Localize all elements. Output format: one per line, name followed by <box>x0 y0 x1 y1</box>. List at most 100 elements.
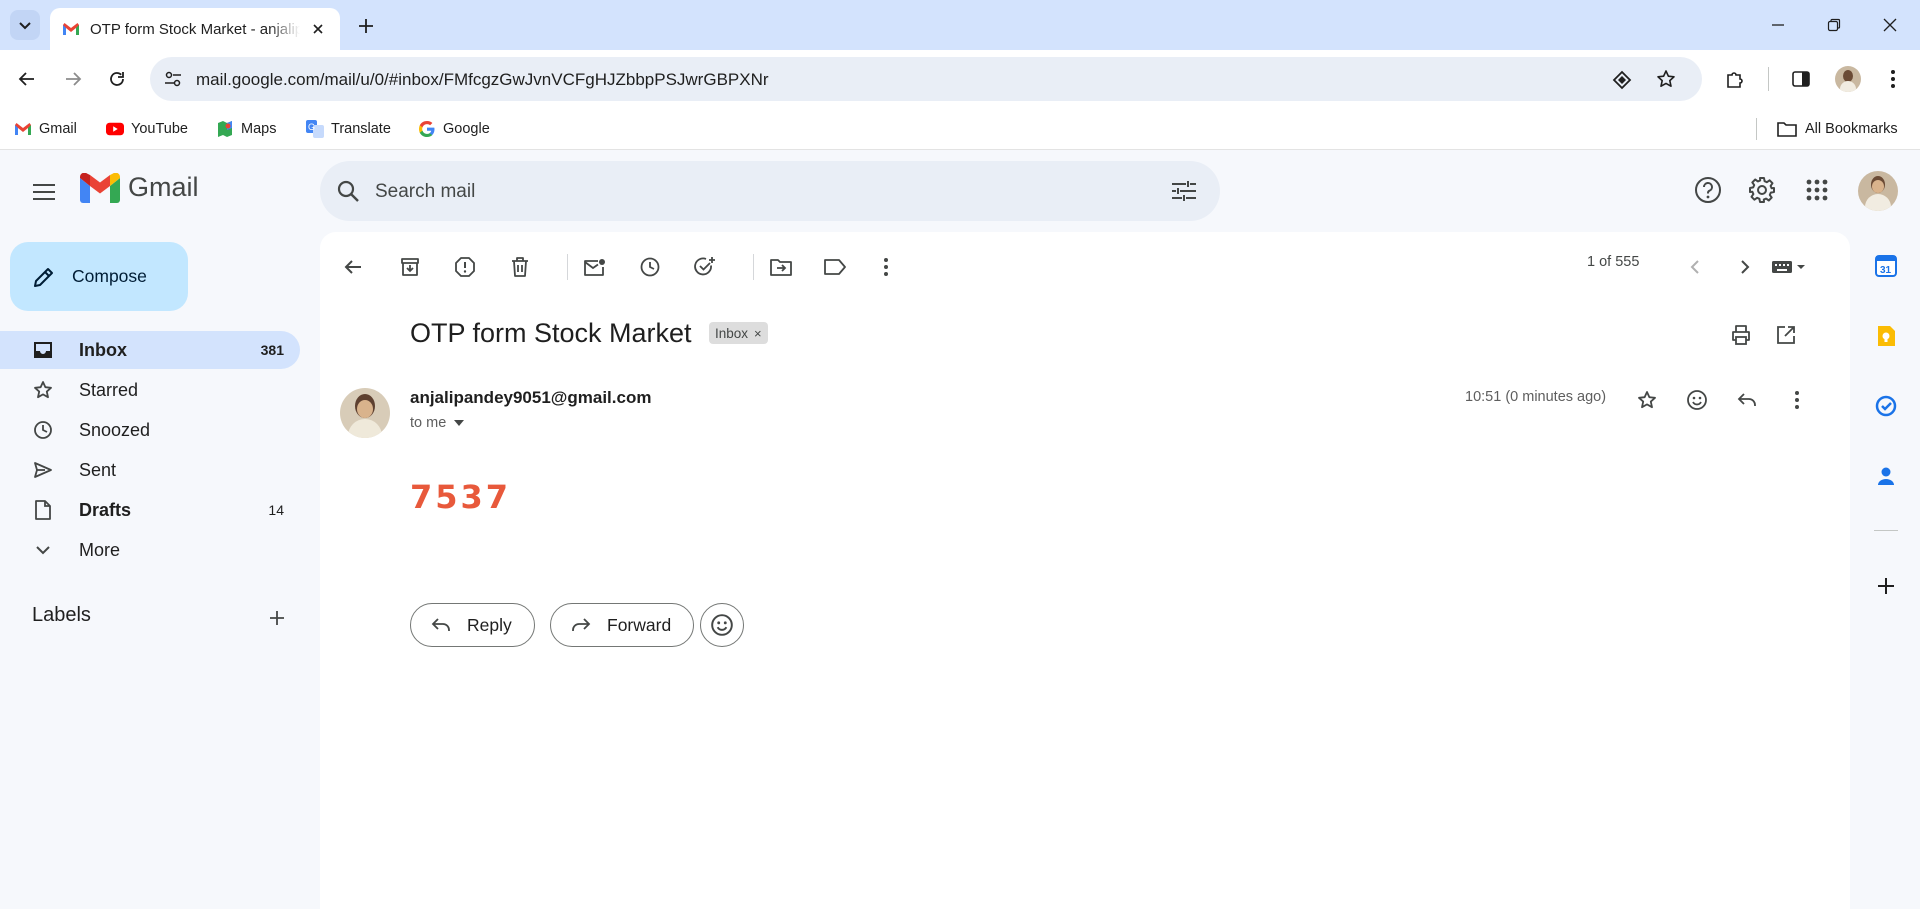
delete-button[interactable] <box>502 249 538 285</box>
snooze-button[interactable] <box>632 249 668 285</box>
search-input[interactable]: Search mail <box>375 181 475 203</box>
recipient-details[interactable]: to me <box>410 415 465 431</box>
chrome-menu-button[interactable] <box>1876 62 1910 96</box>
reply-icon <box>1737 393 1756 406</box>
sidebar-item-inbox[interactable]: Inbox 381 <box>0 331 300 369</box>
bookmark-gmail[interactable]: Gmail <box>14 116 77 142</box>
toolbar-divider <box>753 254 754 280</box>
close-window-button[interactable] <box>1862 0 1918 50</box>
compose-button[interactable]: Compose <box>10 242 188 311</box>
settings-button[interactable] <box>1742 170 1782 210</box>
url-text: mail.google.com/mail/u/0/#inbox/FMfcgzGw… <box>196 70 769 89</box>
move-to-button[interactable] <box>763 249 799 285</box>
newer-button[interactable] <box>1677 249 1713 285</box>
gmail-logo[interactable]: Gmail <box>80 172 199 203</box>
bookmark-google[interactable]: Google <box>418 116 490 142</box>
lens-icon[interactable] <box>1612 70 1632 90</box>
sender-avatar[interactable] <box>340 388 390 438</box>
reload-icon <box>110 72 124 86</box>
all-bookmarks-button[interactable]: All Bookmarks <box>1776 116 1898 142</box>
sidebar-item-label: More <box>79 539 121 560</box>
get-addons-button[interactable] <box>1868 568 1904 604</box>
chevron-left-icon <box>1690 260 1699 274</box>
tab-close-button[interactable] <box>308 19 328 39</box>
sidebar-item-more[interactable]: More <box>0 531 300 569</box>
gmail-logo-icon <box>80 172 120 203</box>
mark-unread-button[interactable] <box>577 249 613 285</box>
sidebar-item-label: Snoozed <box>79 419 151 440</box>
svg-text:31: 31 <box>1880 265 1892 276</box>
sidebar-item-snoozed[interactable]: Snoozed <box>0 411 300 449</box>
restore-icon <box>1827 18 1841 32</box>
address-bar[interactable]: mail.google.com/mail/u/0/#inbox/FMfcgzGw… <box>150 57 1702 101</box>
tab-search-button[interactable] <box>10 10 40 40</box>
gmail-icon <box>14 120 32 138</box>
back-to-inbox-button[interactable] <box>335 249 371 285</box>
folder-icon <box>1776 120 1798 138</box>
forward-button[interactable]: Forward <box>550 603 695 647</box>
search-bar[interactable]: Search mail <box>320 161 1220 221</box>
react-emoji-button[interactable] <box>700 603 744 647</box>
extensions-button[interactable] <box>1718 62 1752 96</box>
input-tools-button[interactable] <box>1764 249 1814 285</box>
open-in-new-icon <box>1777 326 1795 344</box>
keep-app-button[interactable] <box>1868 318 1904 354</box>
label-icon <box>824 259 846 275</box>
message-more-button[interactable] <box>1779 382 1815 418</box>
inbox-icon <box>32 339 54 361</box>
sidebar-item-starred[interactable]: Starred <box>0 371 300 409</box>
sidebar-item-sent[interactable]: Sent <box>0 451 300 489</box>
back-button[interactable] <box>10 62 44 96</box>
plus-icon <box>359 19 373 33</box>
inbox-label-chip[interactable]: Inbox × <box>709 322 768 344</box>
emoji-icon <box>1687 390 1707 410</box>
remove-label-icon[interactable]: × <box>754 326 762 341</box>
gmail-header: Gmail Search mail <box>0 150 1920 230</box>
tasks-app-button[interactable] <box>1868 388 1904 424</box>
forward-button[interactable] <box>56 62 90 96</box>
profile-button[interactable] <box>1831 62 1865 96</box>
labels-button[interactable] <box>817 249 853 285</box>
search-icon[interactable] <box>336 179 360 203</box>
reply-button[interactable]: Reply <box>410 603 535 647</box>
more-actions-button[interactable] <box>868 249 904 285</box>
minimize-button[interactable] <box>1750 0 1806 50</box>
trash-icon <box>512 257 528 277</box>
add-to-tasks-button[interactable] <box>687 249 723 285</box>
print-all-button[interactable] <box>1723 317 1759 353</box>
arrow-right-icon <box>66 72 82 86</box>
add-reaction-button[interactable] <box>1679 382 1715 418</box>
reply-icon-button[interactable] <box>1729 382 1765 418</box>
create-label-button[interactable] <box>262 603 292 633</box>
help-icon <box>1695 177 1721 203</box>
site-info-icon[interactable] <box>164 70 182 88</box>
new-tab-button[interactable] <box>352 12 380 40</box>
side-panel-button[interactable] <box>1784 62 1818 96</box>
archive-button[interactable] <box>392 249 428 285</box>
print-icon <box>1732 325 1750 345</box>
mark-unread-icon <box>584 259 605 276</box>
bookmark-star-icon[interactable] <box>1656 69 1676 89</box>
bookmark-translate[interactable]: G Translate <box>306 116 391 142</box>
account-avatar[interactable] <box>1858 171 1898 211</box>
calendar-app-button[interactable]: 31 <box>1868 248 1904 284</box>
older-button[interactable] <box>1727 249 1763 285</box>
browser-tab[interactable]: OTP form Stock Market - anjalipandey9051… <box>50 8 340 50</box>
compose-label: Compose <box>72 266 147 286</box>
bookmark-youtube[interactable]: YouTube <box>106 116 188 142</box>
gear-icon <box>1749 177 1775 203</box>
report-spam-button[interactable] <box>447 249 483 285</box>
open-new-window-button[interactable] <box>1768 317 1804 353</box>
search-options-icon[interactable] <box>1172 180 1196 202</box>
restore-button[interactable] <box>1806 0 1862 50</box>
main-menu-button[interactable] <box>26 174 62 210</box>
sidebar-item-drafts[interactable]: Drafts 14 <box>0 491 300 529</box>
star-message-button[interactable] <box>1629 382 1665 418</box>
pencil-icon <box>34 267 53 287</box>
reload-button[interactable] <box>100 62 134 96</box>
contacts-app-button[interactable] <box>1868 458 1904 494</box>
draft-icon <box>32 499 54 521</box>
support-button[interactable] <box>1688 170 1728 210</box>
google-apps-button[interactable] <box>1797 170 1837 210</box>
bookmark-maps[interactable]: Maps <box>216 116 276 142</box>
